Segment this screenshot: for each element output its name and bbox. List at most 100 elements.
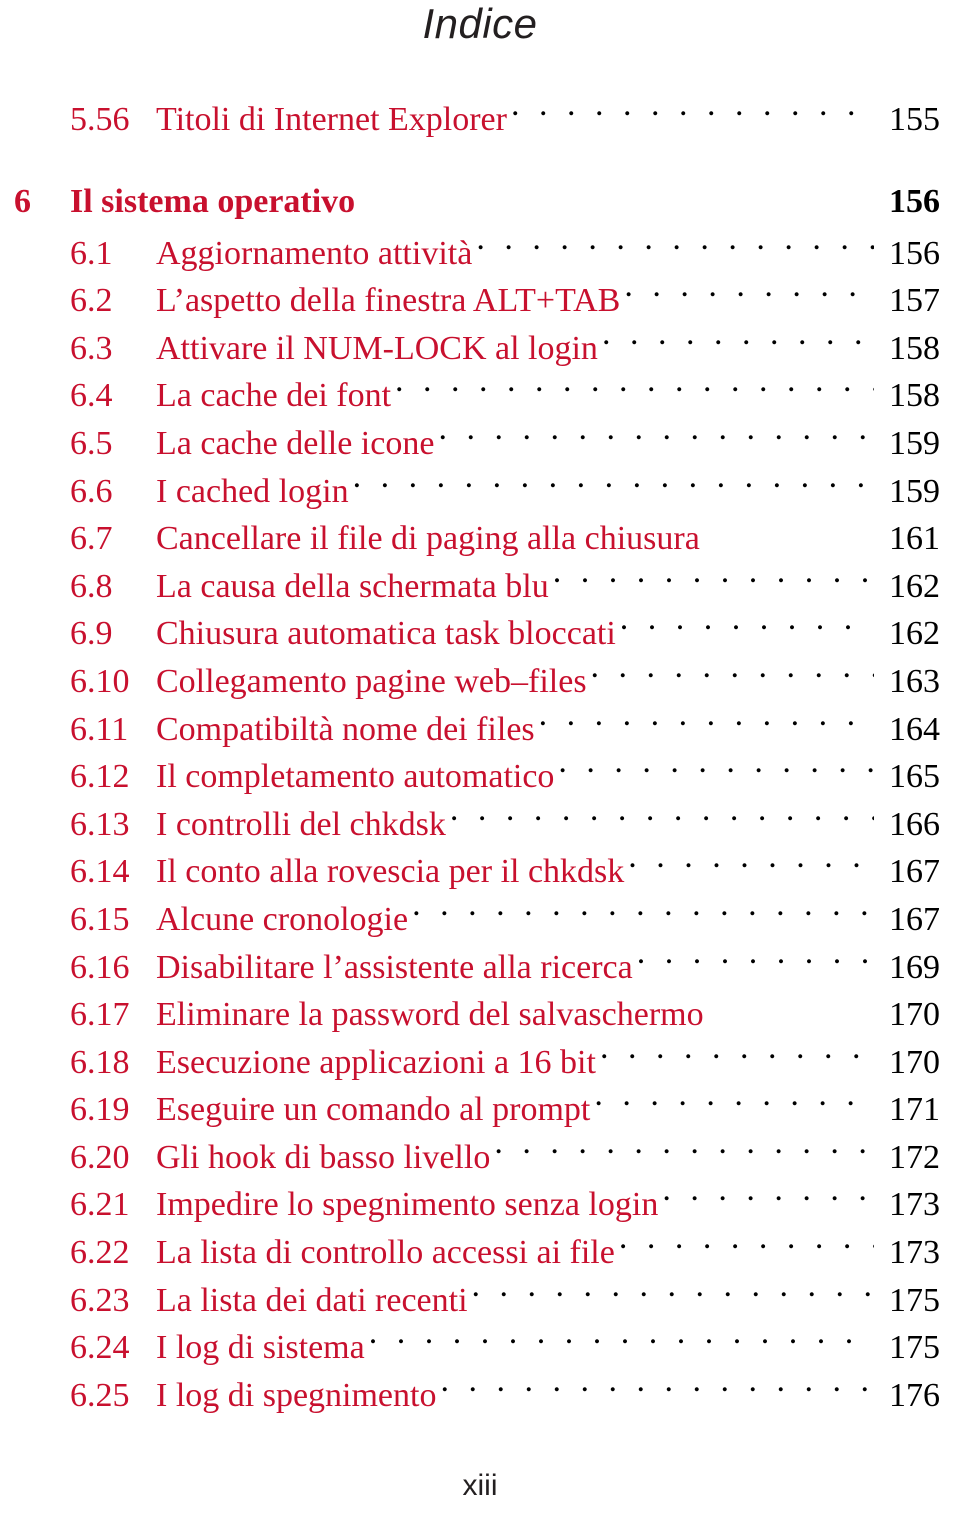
toc-entry-page-number: 158 [889,329,940,367]
toc-entry[interactable]: 6.9 Chiusura automatica task bloccati....… [0,610,950,658]
toc-entry[interactable]: 6.10 Collegamento pagine web–files.......… [0,658,950,706]
toc-entry[interactable]: 6.17 Eliminare la password del salvascher… [0,991,950,1039]
toc-dot-leader: ........................................… [476,229,874,257]
toc-entry-title: I cached login [156,472,349,510]
toc-entry-number: 6 [14,182,31,220]
toc-entry-title: Esecuzione applicazioni a 16 bit [156,1043,596,1081]
toc-entry-page-number: 176 [889,1376,940,1414]
toc-entry-page-number: 159 [889,424,940,462]
toc-entry[interactable]: 6.21 Impedire lo spegnimento senza login.… [0,1181,950,1229]
toc-dot-leader: ........................................… [624,277,874,305]
toc-entry-title: La lista di controllo accessi ai file [156,1234,615,1272]
toc-entry-title: Impedire lo spegnimento senza login [156,1186,659,1224]
toc-entry-page-number: 162 [889,615,940,653]
toc-entry[interactable]: 6.22 La lista di controllo accessi ai fil… [0,1229,950,1277]
toc-dot-leader: ........................................… [538,705,874,733]
toc-entry-page-number: 162 [889,567,940,605]
toc-entry-number: 6.25 [70,1376,130,1414]
toc-entry[interactable]: 6.24 I log di sistema....................… [0,1324,950,1372]
toc-entry-title: La causa della schermata blu [156,567,549,605]
toc-entry-page-number: 170 [889,996,940,1034]
toc-entry[interactable]: 6.20 Gli hook di basso livello...........… [0,1134,950,1182]
page-title: Indice [422,0,538,47]
toc-entry-number: 6.16 [70,948,130,986]
toc-entry[interactable]: 6.14 Il conto alla rovescia per il chkdsk… [0,848,950,896]
toc-dot-leader: ........................................… [355,178,878,212]
toc-entry-page-number: 161 [889,520,940,558]
toc-dot-leader: ........................................… [552,562,874,590]
toc-entry-number: 6.2 [70,282,113,320]
toc-entry-number: 6.18 [70,1043,130,1081]
toc-entry-number: 6.7 [70,520,113,558]
toc-entry-number: 6.4 [70,377,113,415]
toc-entry-title: Compatibiltà nome dei files [156,710,535,748]
toc-entry[interactable]: 6.7 Cancellare il file di paging alla chi… [0,515,950,563]
toc-entry-number: 6.5 [70,424,113,462]
toc-entry-page-number: 167 [889,900,940,938]
toc-entry-number: 6.15 [70,900,130,938]
toc-entry[interactable]: 6.1 Aggiornamento attività...............… [0,230,950,278]
toc-entry[interactable]: 5.56 Titoli di Internet Explorer.........… [0,96,950,144]
toc-entry-number: 6.6 [70,472,113,510]
toc-dot-leader: ........................................… [558,753,874,781]
toc-entry[interactable]: 6.4 La cache dei font....................… [0,372,950,420]
toc-dot-leader: ........................................… [636,943,874,971]
toc-entry-page-number: 175 [889,1329,940,1367]
toc-dot-leader: ........................................… [590,657,874,685]
toc-entry-title: Il conto alla rovescia per il chkdsk [156,853,625,891]
toc-entry-title: Aggiornamento attività [156,234,473,272]
table-of-contents: 5.56 Titoli di Internet Explorer.........… [0,96,960,1419]
toc-dot-leader: ........................................… [700,515,878,549]
toc-entry-number: 6.22 [70,1234,130,1272]
toc-entry-number: 6.1 [70,234,113,272]
toc-entry-title: Gli hook di basso livello [156,1138,491,1176]
toc-entry[interactable]: 6 Il sistema operativo...................… [0,178,950,230]
toc-entry-title: I log di sistema [156,1329,365,1367]
toc-entry[interactable]: 6.18 Esecuzione applicazioni a 16 bit....… [0,1039,950,1087]
toc-dot-leader: ........................................… [618,1229,874,1257]
toc-entry-page-number: 175 [889,1281,940,1319]
toc-entry[interactable]: 6.25 I log di spegnimento................… [0,1372,950,1420]
toc-entry-page-number: 163 [889,662,940,700]
toc-entry-title: I controlli del chkdsk [156,805,446,843]
toc-entry-title: Il completamento automatico [156,758,555,796]
toc-entry-page-number: 155 [889,101,940,138]
toc-entry-number: 6.8 [70,567,113,605]
toc-dot-leader: ........................................… [471,1276,874,1304]
toc-entry[interactable]: 6.19 Eseguire un comando al prompt.......… [0,1086,950,1134]
toc-entry-page-number: 156 [889,182,940,220]
toc-dot-leader: ........................................… [594,1086,874,1114]
toc-entry[interactable]: 6.15 Alcune cronologie...................… [0,896,950,944]
toc-entry[interactable]: 6.16 Disabilitare l’assistente alla ricer… [0,944,950,992]
toc-entry-number: 6.20 [70,1138,130,1176]
page-folio: xiii [462,1469,498,1502]
toc-dot-leader: ........................................… [440,1371,874,1399]
toc-entry-title: I log di spegnimento [156,1376,437,1414]
toc-entry-title: Titoli di Internet Explorer [156,101,507,138]
toc-entry[interactable]: 6.13 I controlli del chkdsk..............… [0,801,950,849]
toc-entry-title: Eliminare la password del salvaschermo [156,996,704,1034]
toc-entry[interactable]: 6.5 La cache delle icone.................… [0,420,950,468]
toc-entry-page-number: 169 [889,948,940,986]
toc-entry[interactable]: 6.12 Il completamento automatico.........… [0,753,950,801]
toc-entry-title: L’aspetto della finestra ALT+TAB [156,282,621,320]
toc-dot-leader: ........................................… [599,1038,874,1066]
toc-entry[interactable]: 6.8 La causa della schermata blu.........… [0,563,950,611]
toc-entry-title: Cancellare il file di paging alla chiusu… [156,520,700,558]
toc-entry[interactable]: 6.6 I cached login.......................… [0,468,950,516]
toc-entry-page-number: 167 [889,853,940,891]
toc-entry[interactable]: 6.11 Compatibiltà nome dei files.........… [0,706,950,754]
toc-entry-title: Attivare il NUM-LOCK al login [156,329,598,367]
toc-dot-leader: ........................................… [352,467,874,495]
toc-entry[interactable]: 6.3 Attivare il NUM-LOCK al login........… [0,325,950,373]
toc-dot-leader: ........................................… [368,1324,874,1352]
toc-entry[interactable]: 6.2 L’aspetto della finestra ALT+TAB.....… [0,277,950,325]
toc-entry-number: 6.12 [70,758,130,796]
toc-entry-number: 6.13 [70,805,130,843]
toc-entry-number: 5.56 [70,101,130,138]
toc-entry-title: La lista dei dati recenti [156,1281,468,1319]
toc-entry-number: 6.17 [70,996,130,1034]
toc-entry-title: Collegamento pagine web–files [156,662,587,700]
toc-entry-title: Disabilitare l’assistente alla ricerca [156,948,633,986]
toc-entry[interactable]: 6.23 La lista dei dati recenti...........… [0,1277,950,1325]
